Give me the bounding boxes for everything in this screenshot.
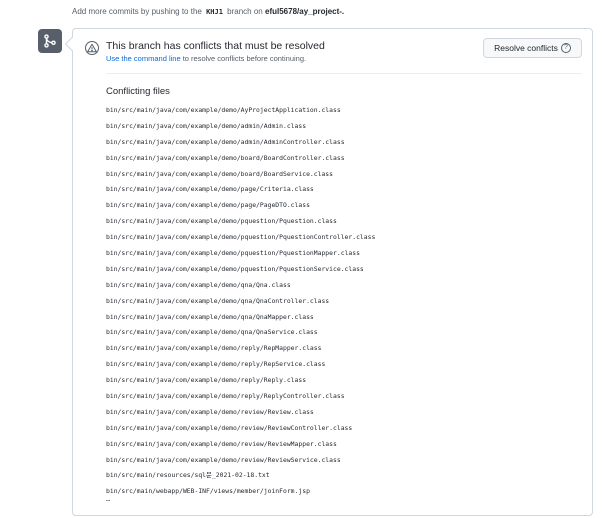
conflicting-file-item: bin/src/main/java/com/example/demo/reply…	[106, 344, 322, 353]
conflicting-file-item: bin/src/main/java/com/example/demo/admin…	[106, 121, 307, 130]
branch-name: KHJ1	[206, 8, 223, 16]
conflicting-file-item: bin/src/main/java/com/example/demo/reply…	[106, 376, 307, 385]
push-instructions-middle: branch on	[227, 7, 263, 16]
resolve-conflicts-label: Resolve conflicts	[494, 43, 558, 53]
alert-icon	[85, 41, 99, 55]
conflicting-file-item: bin/src/main/java/com/example/demo/pques…	[106, 249, 360, 258]
conflicting-file-item: bin/src/main/java/com/example/demo/revie…	[106, 407, 314, 416]
conflict-title: This branch has conflicts that must be r…	[106, 40, 325, 52]
push-instructions-prefix: Add more commits by pushing to the	[72, 7, 202, 16]
conflicting-file-item: bin/src/main/java/com/example/demo/qna/Q…	[106, 280, 291, 289]
more-files-indicator: …	[106, 495, 111, 503]
conflicting-file-item: bin/src/main/java/com/example/demo/admin…	[106, 137, 345, 146]
conflicting-file-item: bin/src/main/java/com/example/demo/pques…	[106, 264, 364, 273]
conflicting-files-list: bin/src/main/java/com/example/demo/AyPro…	[106, 104, 375, 501]
divider	[106, 73, 582, 74]
conflicting-file-item: bin/src/main/java/com/example/demo/board…	[106, 153, 345, 162]
conflicting-file-item: bin/src/main/java/com/example/demo/page/…	[106, 201, 310, 210]
conflicting-file-item: bin/src/main/resources/sql문_2021-02-18.t…	[106, 471, 270, 480]
repo-branch-ref: eful5678/ay_project-.	[265, 7, 345, 16]
conflicting-file-item: bin/src/main/webapp/WEB-INF/views/member…	[106, 487, 310, 496]
conflicting-file-item: bin/src/main/java/com/example/demo/page/…	[106, 185, 314, 194]
conflicting-file-item: bin/src/main/java/com/example/demo/qna/Q…	[106, 328, 318, 337]
conflicting-file-item: bin/src/main/java/com/example/demo/pques…	[106, 217, 337, 226]
conflicting-file-item: bin/src/main/java/com/example/demo/board…	[106, 169, 334, 178]
conflicting-file-item: bin/src/main/java/com/example/demo/qna/Q…	[106, 296, 330, 305]
conflicting-file-item: bin/src/main/java/com/example/demo/reply…	[106, 392, 345, 401]
conflicting-file-item: bin/src/main/java/com/example/demo/revie…	[106, 423, 353, 432]
conflicting-files-heading: Conflicting files	[106, 86, 170, 97]
conflicting-file-item: bin/src/main/java/com/example/demo/revie…	[106, 439, 337, 448]
push-instructions: Add more commits by pushing to the KHJ1 …	[72, 7, 344, 16]
git-merge-icon	[38, 29, 62, 53]
command-line-link[interactable]: Use the command line	[106, 54, 181, 63]
question-icon: ?	[560, 43, 571, 53]
conflicting-file-item: bin/src/main/java/com/example/demo/AyPro…	[106, 106, 341, 114]
conflicting-file-item: bin/src/main/java/com/example/demo/revie…	[106, 455, 341, 464]
conflicting-file-item: bin/src/main/java/com/example/demo/pques…	[106, 233, 376, 242]
merge-conflict-panel: This branch has conflicts that must be r…	[72, 28, 593, 516]
conflicting-file-item: bin/src/main/java/com/example/demo/qna/Q…	[106, 312, 314, 321]
conflicting-file-item: bin/src/main/java/com/example/demo/reply…	[106, 360, 326, 369]
resolve-conflicts-button[interactable]: Resolve conflicts ?	[483, 38, 582, 58]
conflict-subtitle: Use the command line to resolve conflict…	[106, 54, 306, 63]
conflict-subtitle-text: to resolve conflicts before continuing.	[180, 54, 307, 63]
